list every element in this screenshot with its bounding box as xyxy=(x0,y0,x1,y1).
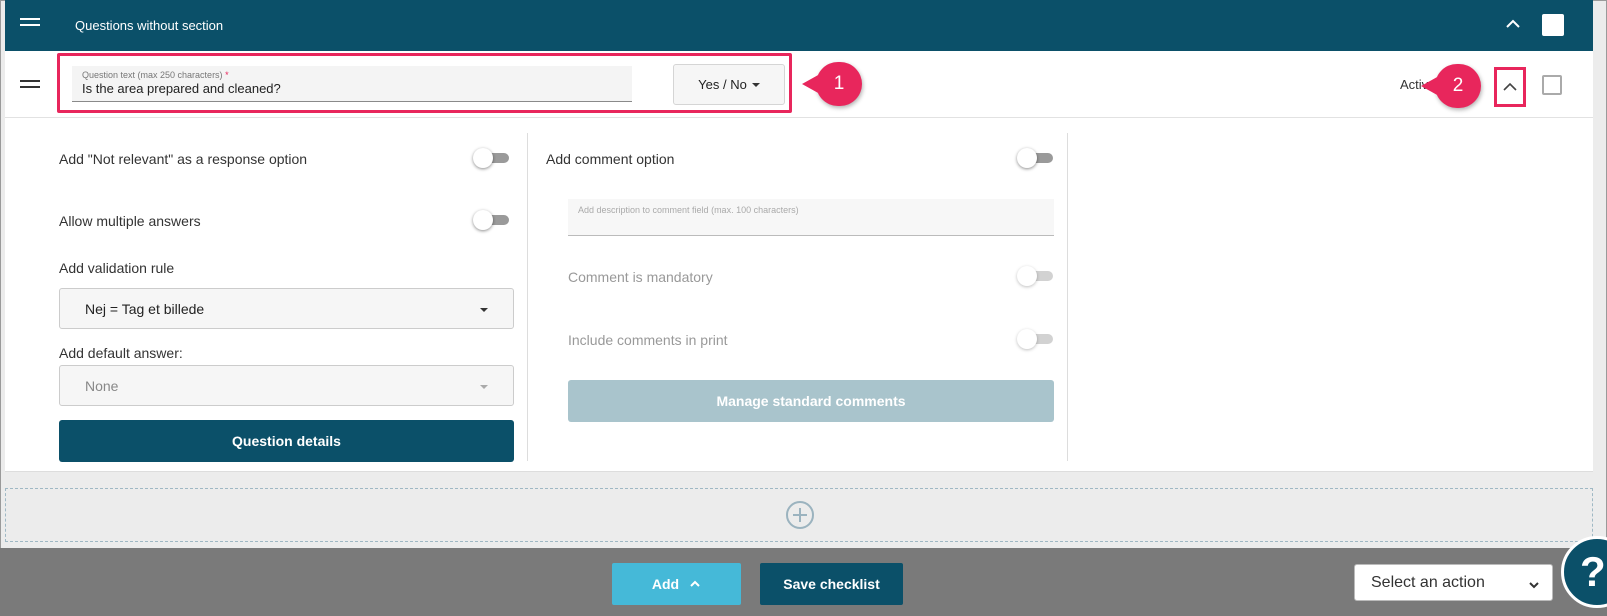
drag-handle-icon[interactable] xyxy=(20,18,40,30)
comment-mandatory-toggle[interactable] xyxy=(1017,266,1053,286)
action-select[interactable]: Select an action xyxy=(1354,564,1553,601)
chevron-down-icon xyxy=(1529,582,1539,589)
column-divider xyxy=(1067,133,1068,461)
multiple-answers-label: Allow multiple answers xyxy=(59,213,201,229)
manage-standard-comments-button[interactable]: Manage standard comments xyxy=(568,380,1054,422)
section-select-checkbox[interactable] xyxy=(1542,14,1564,36)
validation-rule-select[interactable]: Nej = Tag et billede xyxy=(59,288,514,329)
multiple-answers-toggle[interactable] xyxy=(473,210,509,230)
question-select-checkbox[interactable] xyxy=(1542,75,1562,95)
footer-bar: Add Save checklist Select an action xyxy=(0,548,1607,616)
add-question-dropzone[interactable] xyxy=(5,488,1593,542)
not-relevant-toggle[interactable] xyxy=(473,148,509,168)
question-details-button[interactable]: Question details xyxy=(59,420,514,462)
include-print-toggle[interactable] xyxy=(1017,329,1053,349)
comment-mandatory-label: Comment is mandatory xyxy=(568,269,713,285)
default-answer-label: Add default answer: xyxy=(59,345,183,361)
question-text-value[interactable]: Is the area prepared and cleaned? xyxy=(82,81,281,96)
question-details-panel: Add "Not relevant" as a response option … xyxy=(5,118,1593,472)
question-row: Question text (max 250 characters) * Is … xyxy=(5,51,1593,118)
question-text-field[interactable]: Question text (max 250 characters) * Is … xyxy=(72,66,632,102)
chevron-up-icon[interactable] xyxy=(1505,16,1521,32)
chevron-up-icon xyxy=(690,580,700,587)
callout-2: 2 xyxy=(1421,64,1481,108)
drag-handle-icon[interactable] xyxy=(20,80,40,92)
section-header: Questions without section xyxy=(5,0,1593,51)
collapse-question-button[interactable] xyxy=(1494,67,1526,107)
question-text-label: Question text (max 250 characters) * xyxy=(82,70,229,80)
column-divider xyxy=(527,133,528,461)
section-title: Questions without section xyxy=(75,18,224,33)
answer-type-dropdown[interactable]: Yes / No xyxy=(673,64,785,105)
caret-down-icon xyxy=(480,308,488,312)
not-relevant-label: Add "Not relevant" as a response option xyxy=(59,151,308,167)
comment-description-field[interactable]: Add description to comment field (max. 1… xyxy=(568,199,1054,236)
save-checklist-button[interactable]: Save checklist xyxy=(760,563,903,605)
default-answer-select[interactable]: None xyxy=(59,365,514,406)
caret-down-icon xyxy=(751,82,760,87)
add-comment-toggle[interactable] xyxy=(1017,148,1053,168)
validation-rule-label: Add validation rule xyxy=(59,260,175,276)
include-print-label: Include comments in print xyxy=(568,332,728,348)
chevron-up-icon xyxy=(1503,82,1517,91)
caret-down-icon xyxy=(480,385,488,389)
callout-1: 1 xyxy=(802,62,862,106)
add-comment-label: Add comment option xyxy=(546,151,675,167)
add-circle-icon[interactable] xyxy=(786,501,814,529)
add-button[interactable]: Add xyxy=(612,563,741,605)
